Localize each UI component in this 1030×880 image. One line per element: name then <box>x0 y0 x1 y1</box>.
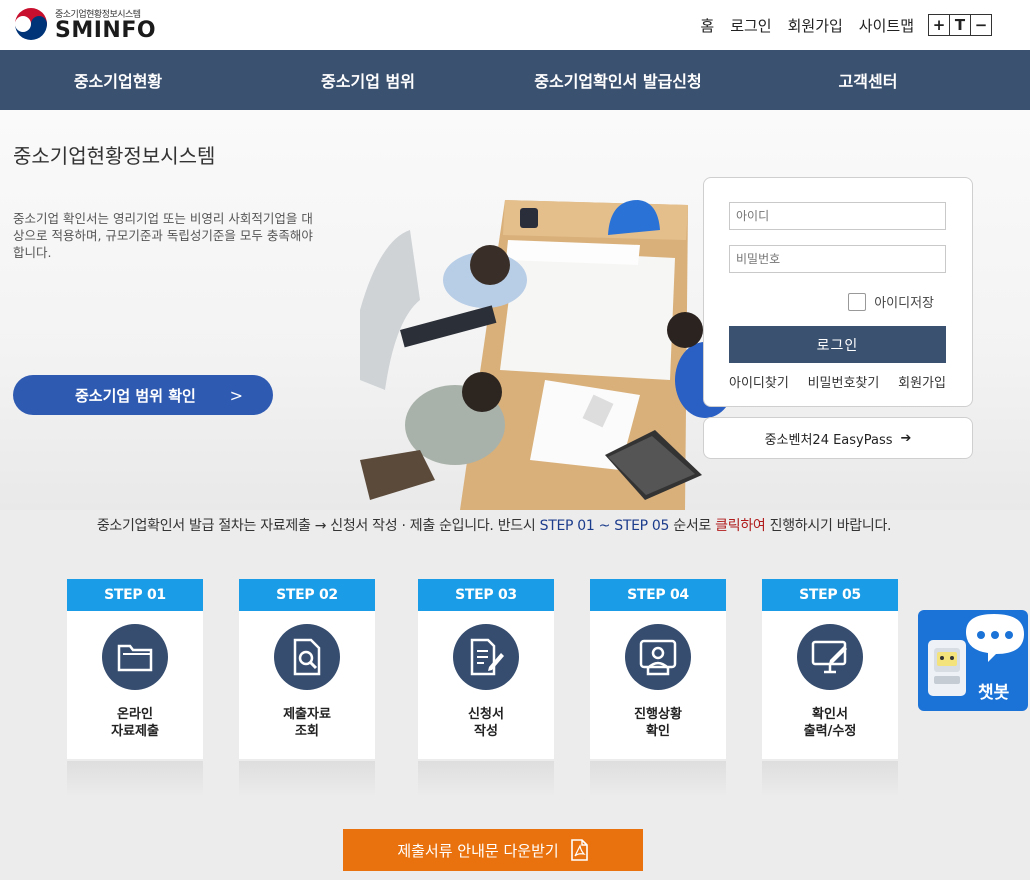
card-reflection <box>762 761 898 797</box>
user-id-input[interactable] <box>729 202 946 230</box>
easypass-button[interactable]: 중소벤처24 EasyPass ➔ <box>703 417 973 459</box>
step-01-title: STEP 01 <box>67 579 203 611</box>
step-05-card[interactable]: STEP 05 확인서 출력/수정 <box>762 579 898 797</box>
page-title: 중소기업현황정보시스템 <box>13 144 216 168</box>
card-reflection <box>418 761 554 797</box>
download-guide-button[interactable]: 제출서류 안내문 다운받기 <box>343 829 643 871</box>
step-02-label: 제출자료 조회 <box>283 707 331 739</box>
card-reflection <box>590 761 726 797</box>
range-check-label: 중소기업 범위 확인 <box>75 386 196 405</box>
document-edit-icon <box>453 624 519 690</box>
step-05-title: STEP 05 <box>762 579 898 611</box>
notice-emphasis: 클릭하여 <box>715 518 766 534</box>
arrow-right-icon: ➔ <box>900 430 912 446</box>
font-increase-button[interactable]: + <box>929 15 950 35</box>
notice-step-range: STEP 01 ~ STEP 05 <box>539 518 670 534</box>
step-03-card[interactable]: STEP 03 신청서 작성 <box>418 579 554 797</box>
download-guide-label: 제출서류 안내문 다운받기 <box>397 841 559 860</box>
home-link[interactable]: 홈 <box>700 15 714 36</box>
step-01-card[interactable]: STEP 01 온라인 자료제출 <box>67 579 203 797</box>
signup-link[interactable]: 회원가입 <box>788 15 843 36</box>
login-links: 아이디찾기 비밀번호찾기 회원가입 <box>729 372 946 391</box>
utility-links: 홈 로그인 회원가입 사이트맵 + T − <box>684 14 992 36</box>
logo-title: SMINFO <box>55 17 157 43</box>
procedure-notice: 중소기업확인서 발급 절차는 자료제출 → 신청서 작성 · 제출 순입니다. … <box>0 515 988 535</box>
signup-link-box[interactable]: 회원가입 <box>898 372 946 391</box>
save-id-option[interactable]: 아이디저장 <box>848 292 934 311</box>
login-box: 아이디저장 로그인 아이디찾기 비밀번호찾기 회원가입 <box>703 177 973 407</box>
folder-icon <box>102 624 168 690</box>
font-decrease-button[interactable]: − <box>971 15 991 35</box>
step-02-title: STEP 02 <box>239 579 375 611</box>
chatbot-label: 챗봇 <box>978 683 1010 703</box>
login-button[interactable]: 로그인 <box>729 326 946 363</box>
taegeuk-logo-icon <box>14 7 48 41</box>
main-nav: 중소기업현황 중소기업 범위 중소기업확인서 발급신청 고객센터 <box>0 50 1030 110</box>
notice-text: 중소기업확인서 발급 절차는 자료제출 → 신청서 작성 · 제출 순입니다. … <box>96 518 540 534</box>
nav-item-certificate[interactable]: 중소기업확인서 발급신청 <box>500 50 736 110</box>
top-header: 중소기업현황정보시스템 SMINFO 홈 로그인 회원가입 사이트맵 + T − <box>0 0 1030 50</box>
find-password-link[interactable]: 비밀번호찾기 <box>808 372 880 391</box>
step-04-card[interactable]: STEP 04 진행상황 확인 <box>590 579 726 797</box>
notice-text-2: 순서로 <box>669 518 716 534</box>
user-status-icon <box>625 624 691 690</box>
nav-item-range[interactable]: 중소기업 범위 <box>236 50 500 110</box>
chatbot-button[interactable]: 챗봇 <box>918 610 1028 711</box>
chevron-right-icon: > <box>229 385 243 405</box>
nav-item-status[interactable]: 중소기업현황 <box>0 50 236 110</box>
font-reset-button[interactable]: T <box>950 15 971 35</box>
range-check-button[interactable]: 중소기업 범위 확인 > <box>13 375 273 415</box>
login-link[interactable]: 로그인 <box>730 15 771 36</box>
easypass-label: 중소벤처24 EasyPass <box>764 432 893 448</box>
chatbot-icon <box>928 614 1024 696</box>
step-03-title: STEP 03 <box>418 579 554 611</box>
step-01-label: 온라인 자료제출 <box>111 707 159 739</box>
site-logo[interactable]: 중소기업현황정보시스템 SMINFO <box>13 6 156 42</box>
nav-item-customer-center[interactable]: 고객센터 <box>736 50 1000 110</box>
find-id-link[interactable]: 아이디찾기 <box>729 372 789 391</box>
card-reflection <box>239 761 375 797</box>
pdf-file-icon <box>570 839 588 861</box>
notice-text-3: 진행하시기 바랍니다. <box>765 518 892 534</box>
step-02-card[interactable]: STEP 02 제출자료 조회 <box>239 579 375 797</box>
sitemap-link[interactable]: 사이트맵 <box>859 15 914 36</box>
password-input[interactable] <box>729 245 946 273</box>
save-id-checkbox[interactable] <box>848 292 867 311</box>
hero-description: 중소기업 확인서는 영리기업 또는 비영리 사회적기업을 대상으로 적용하며, … <box>13 211 313 260</box>
font-size-controls: + T − <box>928 14 992 36</box>
monitor-edit-icon <box>797 624 863 690</box>
card-reflection <box>67 761 203 797</box>
step-04-title: STEP 04 <box>590 579 726 611</box>
step-05-label: 확인서 출력/수정 <box>803 707 857 739</box>
step-04-label: 진행상황 확인 <box>634 707 682 739</box>
step-03-label: 신청서 작성 <box>468 707 504 739</box>
save-id-label: 아이디저장 <box>874 296 934 311</box>
document-search-icon <box>274 624 340 690</box>
